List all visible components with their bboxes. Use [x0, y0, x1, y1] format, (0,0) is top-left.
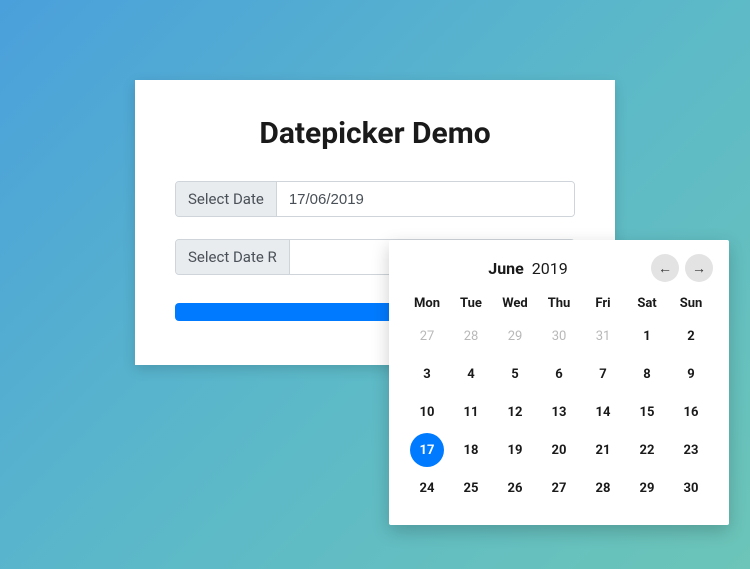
calendar-year: 2019 [532, 259, 568, 278]
calendar-day-cell[interactable]: 27 [537, 469, 581, 507]
calendar-day-cell[interactable]: 9 [669, 355, 713, 393]
calendar-day-header: Fri [581, 290, 625, 317]
page-title: Datepicker Demo [175, 116, 575, 151]
calendar-day-cell[interactable]: 31 [581, 317, 625, 355]
date-input[interactable] [277, 182, 574, 216]
calendar-day-header: Tue [449, 290, 493, 317]
calendar-day-cell[interactable]: 16 [669, 393, 713, 431]
calendar-day-cell[interactable]: 11 [449, 393, 493, 431]
calendar-grid: MonTueWedThuFriSatSun2728293031123456789… [405, 290, 713, 507]
calendar-day-cell[interactable]: 6 [537, 355, 581, 393]
calendar-day-cell[interactable]: 12 [493, 393, 537, 431]
date-range-label: Select Date R [176, 240, 290, 274]
calendar-day-cell[interactable]: 14 [581, 393, 625, 431]
calendar-day-header: Sat [625, 290, 669, 317]
calendar-day-header: Wed [493, 290, 537, 317]
calendar-day-cell[interactable]: 4 [449, 355, 493, 393]
calendar-day-cell[interactable]: 29 [493, 317, 537, 355]
calendar-day-header: Thu [537, 290, 581, 317]
calendar-title: June 2019 [405, 259, 651, 278]
calendar-day-cell[interactable]: 19 [493, 431, 537, 469]
calendar-popup: June 2019 ← → MonTueWedThuFriSatSun27282… [389, 240, 729, 525]
calendar-nav: ← → [651, 254, 713, 282]
prev-month-button[interactable]: ← [651, 254, 679, 282]
calendar-day-cell[interactable]: 30 [669, 469, 713, 507]
calendar-day-cell[interactable]: 21 [581, 431, 625, 469]
calendar-month: June [488, 259, 524, 278]
calendar-day-cell[interactable]: 5 [493, 355, 537, 393]
calendar-day-cell[interactable]: 30 [537, 317, 581, 355]
calendar-day-cell[interactable]: 24 [405, 469, 449, 507]
calendar-day-cell[interactable]: 17 [410, 433, 444, 467]
calendar-day-cell[interactable]: 23 [669, 431, 713, 469]
calendar-day-cell[interactable]: 8 [625, 355, 669, 393]
date-label: Select Date [176, 182, 277, 216]
calendar-day-header: Sun [669, 290, 713, 317]
calendar-day-cell[interactable]: 22 [625, 431, 669, 469]
demo-card: Datepicker Demo Select Date Select Date … [135, 80, 615, 365]
calendar-day-cell[interactable]: 27 [405, 317, 449, 355]
next-month-button[interactable]: → [685, 254, 713, 282]
calendar-day-cell[interactable]: 20 [537, 431, 581, 469]
calendar-day-cell[interactable]: 3 [405, 355, 449, 393]
calendar-day-cell[interactable]: 2 [669, 317, 713, 355]
calendar-day-cell[interactable]: 28 [581, 469, 625, 507]
calendar-header: June 2019 ← → [405, 254, 713, 282]
calendar-day-cell[interactable]: 7 [581, 355, 625, 393]
calendar-day-cell[interactable]: 15 [625, 393, 669, 431]
calendar-day-cell[interactable]: 26 [493, 469, 537, 507]
calendar-day-header: Mon [405, 290, 449, 317]
calendar-day-cell[interactable]: 29 [625, 469, 669, 507]
date-input-group: Select Date [175, 181, 575, 217]
calendar-day-cell[interactable]: 18 [449, 431, 493, 469]
calendar-day-cell[interactable]: 13 [537, 393, 581, 431]
calendar-day-cell[interactable]: 25 [449, 469, 493, 507]
calendar-day-cell[interactable]: 1 [625, 317, 669, 355]
calendar-day-cell[interactable]: 10 [405, 393, 449, 431]
calendar-day-cell[interactable]: 28 [449, 317, 493, 355]
